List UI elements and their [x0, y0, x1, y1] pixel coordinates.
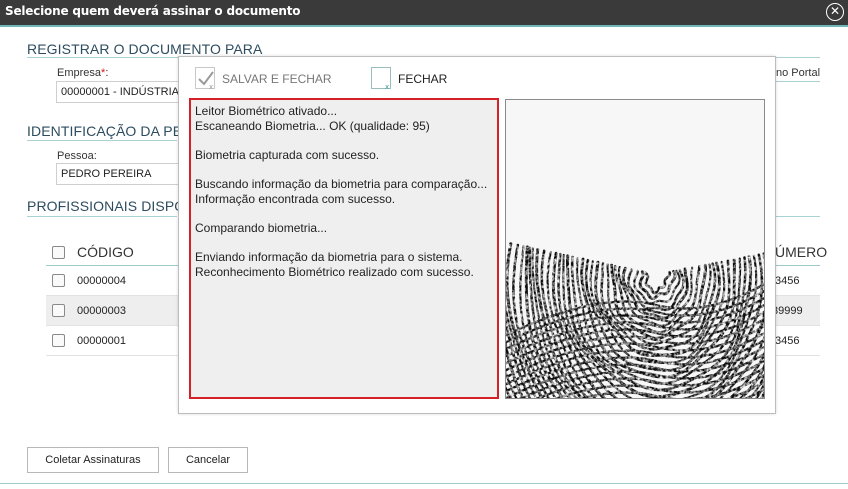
- row-number: 3456: [775, 335, 800, 347]
- close-label: FECHAR: [398, 72, 448, 86]
- log-line: Reconhecimento Biométrico realizado com …: [195, 264, 474, 279]
- section-divider: [27, 140, 177, 141]
- identification-section-heading: IDENTIFICAÇÃO DA PES: [27, 123, 192, 139]
- titlebar-divider: [0, 25, 848, 27]
- save-close-label: SALVAR E FECHAR: [222, 72, 332, 86]
- footer-divider: [0, 483, 848, 484]
- save-close-icon: x: [195, 67, 215, 91]
- close-icon: x: [371, 67, 391, 91]
- professionals-section-heading: PROFISSIONAIS DISPON: [27, 198, 196, 214]
- log-line: Enviando informação da biometria para o …: [195, 249, 463, 264]
- log-line: Buscando informação da biometria para co…: [195, 176, 488, 191]
- biometric-log: Leitor Biométrico ativado... Escaneando …: [189, 98, 499, 399]
- log-line: Leitor Biométrico ativado...: [195, 104, 338, 118]
- row-checkbox[interactable]: [52, 304, 65, 317]
- row-number: 39999: [772, 305, 803, 317]
- row-code: 00000004: [77, 275, 126, 287]
- register-section-heading: REGISTRAR O DOCUMENTO PARA: [27, 41, 263, 57]
- person-field[interactable]: PEDRO PEREIRA: [56, 163, 182, 185]
- cancel-button[interactable]: Cancelar: [168, 447, 248, 473]
- log-line: Comparando biometria...: [195, 220, 328, 235]
- row-code: 00000003: [77, 305, 126, 317]
- company-label: Empresa*:: [57, 67, 109, 79]
- log-line: Escaneando Biometria... OK (qualidade: 9…: [195, 118, 430, 133]
- portal-option-underline: [776, 81, 820, 82]
- svg-text:x: x: [385, 83, 389, 90]
- row-number: 3456: [775, 275, 800, 287]
- svg-text:x: x: [209, 83, 213, 90]
- fingerprint-image: [505, 99, 765, 399]
- section-divider: [776, 216, 820, 217]
- window-title: Selecione quem deverá assinar o document…: [5, 4, 301, 18]
- row-checkbox[interactable]: [52, 334, 65, 347]
- close-icon[interactable]: ✕: [826, 3, 844, 21]
- row-checkbox[interactable]: [52, 274, 65, 287]
- collect-signatures-button[interactable]: Coletar Assinaturas: [27, 447, 159, 473]
- fingerprint-icon: [506, 100, 764, 398]
- log-line: Biometria capturada com sucesso.: [195, 147, 380, 162]
- biometric-modal: x SALVAR E FECHAR x FECHAR Leitor Biomét…: [178, 56, 776, 414]
- log-line: Informação encontrada com sucesso.: [195, 191, 396, 206]
- window-titlebar: Selecione quem deverá assinar o document…: [0, 0, 848, 25]
- column-header-code: CÓDIGO: [77, 244, 134, 260]
- select-all-checkbox[interactable]: [52, 246, 65, 259]
- row-code: 00000001: [77, 335, 126, 347]
- portal-option-label: no Portal: [776, 67, 821, 79]
- person-label: Pessoa:: [57, 150, 97, 162]
- section-divider: [27, 216, 177, 217]
- company-field[interactable]: 00000001 - INDÚSTRIA: [56, 81, 182, 103]
- column-header-number: ÚMERO: [775, 244, 828, 260]
